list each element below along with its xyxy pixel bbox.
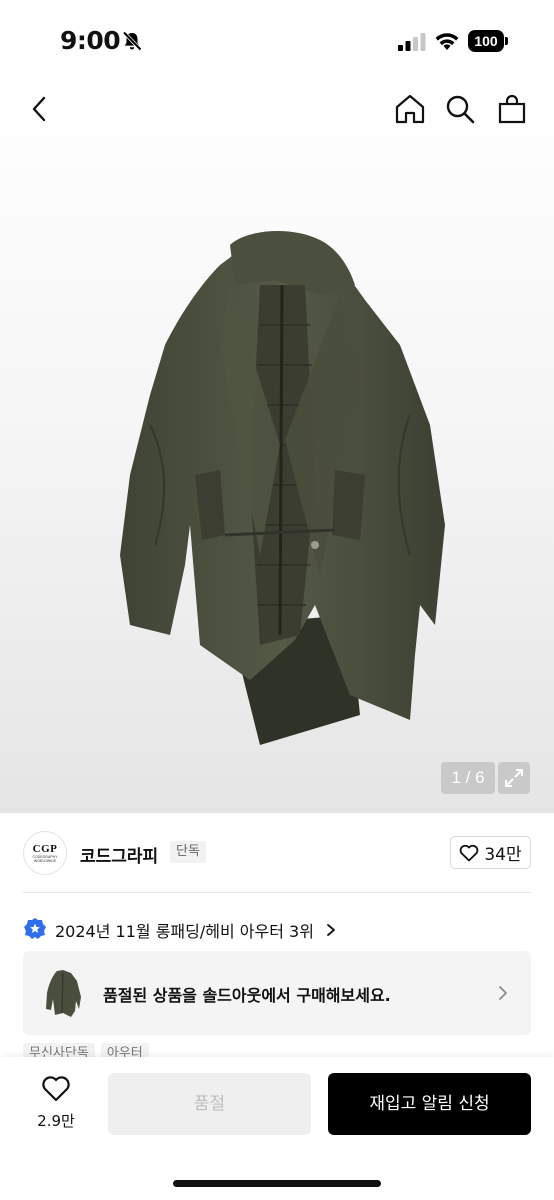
expand-image-button[interactable]: [498, 762, 530, 794]
soldout-button: 품절: [108, 1073, 311, 1135]
brand-like-count: 34만: [484, 845, 522, 865]
status-bar: 9:00 100: [0, 0, 554, 78]
battery-icon: 100: [468, 30, 508, 52]
heart-icon: [42, 1076, 70, 1102]
divider: [23, 892, 531, 893]
brand-logo-subtext: CODEGRAPHY WORLDWIDE: [32, 855, 58, 863]
chevron-right-icon: [499, 986, 507, 1000]
home-icon[interactable]: [394, 93, 426, 125]
heart-icon: [460, 844, 479, 861]
coat-thumbnail: [41, 965, 85, 1021]
soldout-banner-text: 품절된 상품을 솔드아웃에서 구매해보세요.: [103, 986, 391, 1005]
battery-tip: [505, 37, 508, 45]
rank-badge-icon: [24, 918, 46, 939]
wifi-icon: [435, 33, 459, 50]
bell-off-icon: [122, 31, 142, 51]
image-page-indicator: 1 / 6: [441, 762, 495, 794]
cellular-signal-icon: [398, 33, 426, 51]
exclusive-badge: 단독: [170, 841, 206, 863]
search-icon[interactable]: [444, 93, 476, 125]
back-chevron-icon[interactable]: [24, 93, 56, 125]
ranking-text: 2024년 11월 롱패딩/헤비 아우터 3위: [55, 922, 314, 941]
brand-logo[interactable]: CGP CODEGRAPHY WORLDWIDE: [23, 831, 67, 875]
wishlist-button[interactable]: 2.9만: [30, 1075, 82, 1135]
status-time: 9:00: [60, 26, 121, 55]
shopping-bag-icon[interactable]: [496, 93, 528, 125]
chevron-right-icon: [327, 924, 335, 936]
brand-like-button[interactable]: 34만: [450, 836, 531, 869]
ranking-link[interactable]: 2024년 11월 롱패딩/헤비 아우터 3위: [23, 917, 338, 943]
brand-name-link[interactable]: 코드그라피: [80, 842, 158, 867]
restock-alert-button[interactable]: 재입고 알림 신청: [328, 1073, 531, 1135]
soldout-banner[interactable]: 품절된 상품을 솔드아웃에서 구매해보세요.: [23, 951, 531, 1035]
expand-icon: [505, 769, 523, 787]
brand-logo-text: CGP: [32, 843, 58, 855]
coat-image: [120, 230, 445, 745]
home-indicator[interactable]: [173, 1180, 381, 1187]
battery-level: 100: [468, 30, 504, 52]
wishlist-count: 2.9만: [37, 1112, 75, 1130]
